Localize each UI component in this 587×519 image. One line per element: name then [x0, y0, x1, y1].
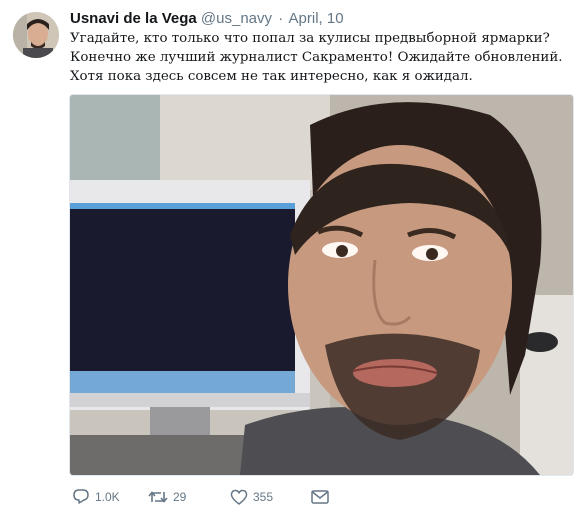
tweet-text: Угадайте, кто только что попал за кулисы… — [70, 29, 575, 86]
tweet-text-line: Угадайте, кто только что попал за кулисы… — [70, 31, 550, 46]
retweet-icon — [148, 489, 168, 505]
message-button[interactable] — [311, 486, 329, 508]
tweet-text-line: Конечно же лучший журналист Сакраменто! … — [70, 50, 563, 65]
separator-dot: · — [278, 10, 284, 27]
avatar[interactable] — [13, 12, 59, 58]
reply-icon — [72, 489, 90, 505]
tweet-text-line: Хотя пока здесь совсем не так интересно,… — [70, 69, 473, 84]
tweet-photo[interactable] — [69, 94, 574, 476]
envelope-icon — [311, 490, 329, 504]
like-count: 355 — [253, 490, 274, 504]
tweet-actions: 1.0K 29 355 — [70, 486, 577, 508]
author-handle[interactable]: @us_navy — [201, 10, 272, 27]
tweet-date[interactable]: April, 10 — [289, 10, 344, 27]
heart-icon — [230, 489, 248, 505]
author-name[interactable]: Usnavi de la Vega — [70, 10, 197, 27]
tweet-header: Usnavi de la Vega @us_navy · April, 10 — [70, 10, 577, 28]
reply-button[interactable]: 1.0K — [72, 486, 120, 508]
tweet: Usnavi de la Vega @us_navy · April, 10 У… — [0, 0, 587, 519]
retweet-button[interactable]: 29 — [148, 486, 186, 508]
reply-count: 1.0K — [95, 490, 120, 504]
like-button[interactable]: 355 — [230, 486, 273, 508]
retweet-count: 29 — [173, 490, 187, 504]
